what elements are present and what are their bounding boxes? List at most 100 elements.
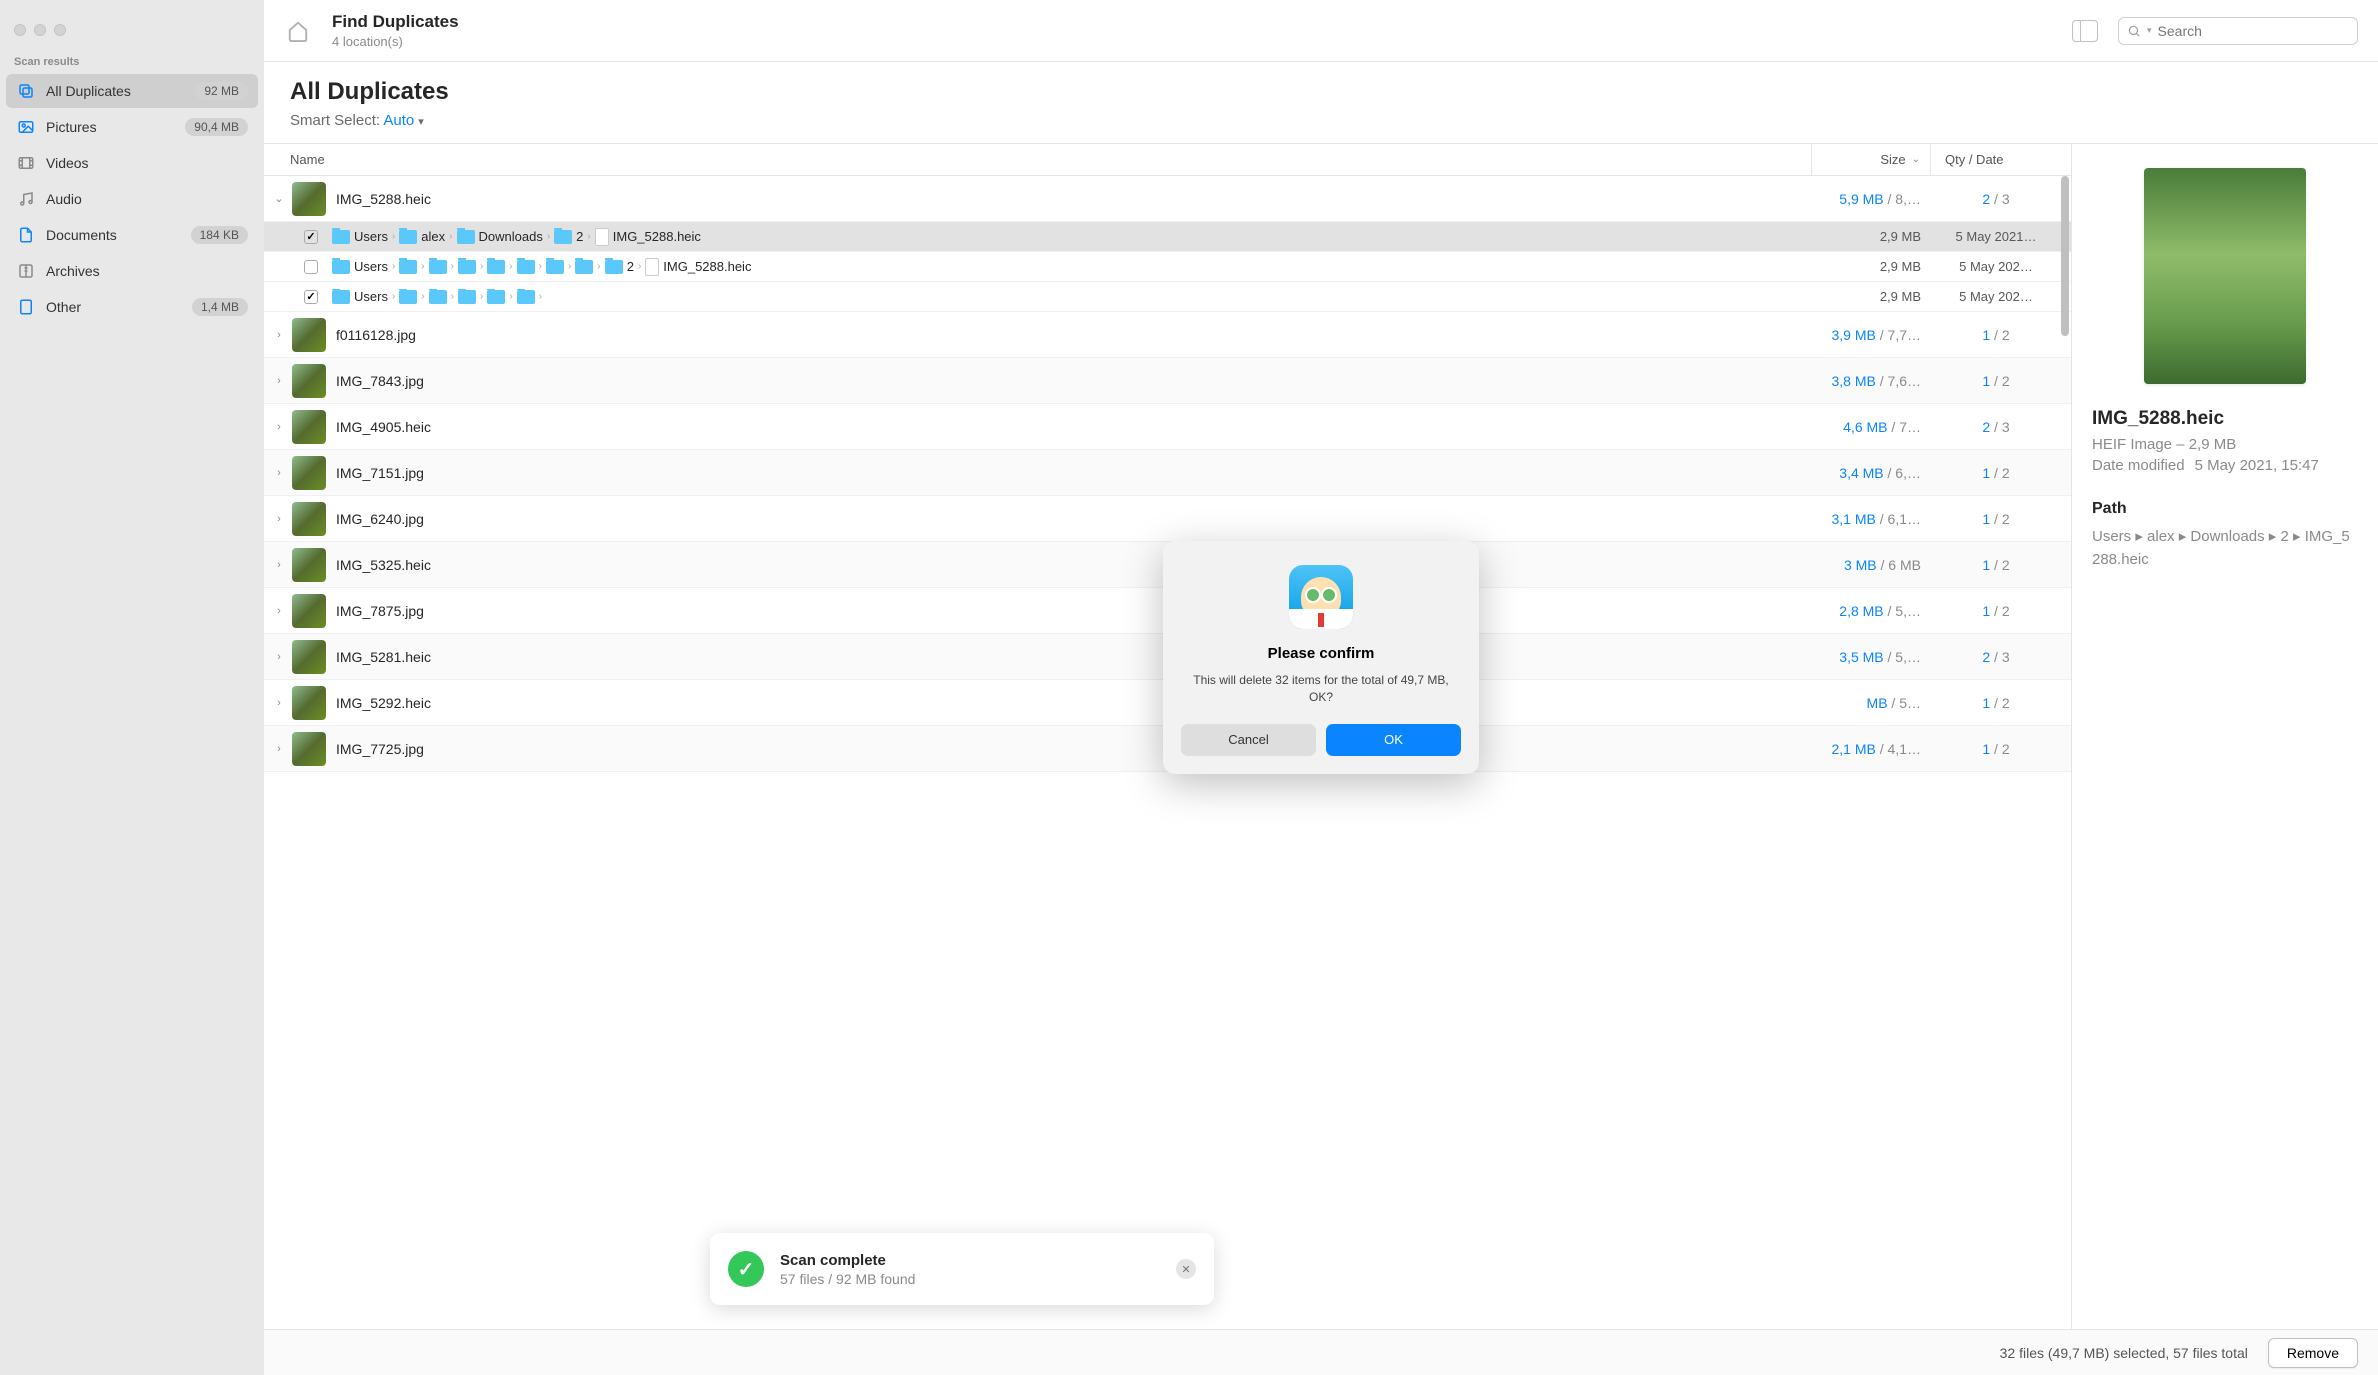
thumbnail — [292, 410, 326, 444]
group-name: IMG_7875.jpg — [336, 603, 1801, 619]
disclosure-icon[interactable]: › — [270, 651, 288, 663]
toast-body: Scan complete 57 files / 92 MB found — [780, 1252, 1160, 1287]
smart-select[interactable]: Smart Select: Auto▾ — [290, 112, 2352, 129]
group-row[interactable]: › f0116128.jpg 3,9 MB / 7,7… 1 / 2 — [264, 312, 2071, 358]
toggle-inspector-button[interactable] — [2072, 20, 2098, 42]
close-window-button[interactable] — [14, 24, 26, 36]
group-name: IMG_4905.heic — [336, 419, 1801, 435]
disclosure-icon[interactable]: › — [270, 743, 288, 755]
dialog-buttons: Cancel OK — [1181, 724, 1461, 756]
sidebar-item-label: Archives — [46, 263, 248, 279]
sidebar-badge: 1,4 MB — [192, 298, 248, 316]
dialog-title: Please confirm — [1181, 645, 1461, 662]
window-title: Find Duplicates — [332, 12, 2052, 32]
app-window: Scan results All Duplicates 92 MB Pictur… — [0, 0, 2378, 1375]
remove-button[interactable]: Remove — [2268, 1338, 2358, 1368]
child-row[interactable]: Users›››››› 2,9 MB 5 May 202… — [264, 282, 2071, 312]
group-size: 3 MB / 6 MB — [1801, 557, 1931, 573]
crumb-sep: › — [421, 261, 424, 272]
thumbnail — [292, 548, 326, 582]
audio-icon — [16, 189, 36, 209]
disclosure-icon[interactable]: › — [270, 467, 288, 479]
inspector-modified: Date modified 5 May 2021, 15:47 — [2092, 457, 2358, 474]
scrollbar-thumb[interactable] — [2061, 176, 2069, 336]
group-row[interactable]: › IMG_6240.jpg 3,1 MB / 6,1… 1 / 2 — [264, 496, 2071, 542]
child-row[interactable]: Users››››››››2›IMG_5288.heic 2,9 MB 5 Ma… — [264, 252, 2071, 282]
folder-icon — [399, 290, 417, 304]
sidebar-item-duplicates[interactable]: All Duplicates 92 MB — [6, 74, 258, 108]
disclosure-icon[interactable]: › — [270, 375, 288, 387]
folder-icon — [605, 260, 623, 274]
group-name: IMG_7843.jpg — [336, 373, 1801, 389]
crumb-sep: › — [449, 231, 452, 242]
column-qty[interactable]: Qty / Date — [1931, 152, 2061, 167]
crumb-text: Users — [354, 259, 388, 274]
folder-icon — [457, 230, 475, 244]
toast-close-button[interactable]: ✕ — [1176, 1259, 1196, 1279]
child-row[interactable]: Users›alex›Downloads›2›IMG_5288.heic 2,9… — [264, 222, 2071, 252]
sidebar-item-videos[interactable]: Videos — [6, 146, 258, 180]
group-row[interactable]: › IMG_7151.jpg 3,4 MB / 6,… 1 / 2 — [264, 450, 2071, 496]
disclosure-icon[interactable]: › — [270, 421, 288, 433]
folder-icon — [332, 260, 350, 274]
zoom-window-button[interactable] — [54, 24, 66, 36]
sidebar-item-pictures[interactable]: Pictures 90,4 MB — [6, 110, 258, 144]
group-name: f0116128.jpg — [336, 327, 1801, 343]
page-title: All Duplicates — [290, 78, 2352, 106]
disclosure-icon[interactable]: › — [270, 697, 288, 709]
toast-subtitle: 57 files / 92 MB found — [780, 1271, 1160, 1287]
column-name[interactable]: Name — [290, 152, 1811, 167]
sidebar-section-label: Scan results — [0, 56, 264, 74]
folder-icon — [332, 290, 350, 304]
sidebar-item-archives[interactable]: Archives — [6, 254, 258, 288]
footer-status: 32 files (49,7 MB) selected, 57 files to… — [2000, 1345, 2248, 1361]
crumb-sep: › — [587, 231, 590, 242]
group-row[interactable]: ⌄ IMG_5288.heic 5,9 MB / 8,… 2 / 3 — [264, 176, 2071, 222]
thumbnail — [292, 364, 326, 398]
ok-button[interactable]: OK — [1326, 724, 1461, 756]
group-size: 3,4 MB / 6,… — [1801, 465, 1931, 481]
search-field[interactable]: ▾ — [2118, 17, 2358, 45]
sidebar-item-documents[interactable]: Documents 184 KB — [6, 218, 258, 252]
row-checkbox[interactable] — [304, 260, 318, 274]
sidebar-item-audio[interactable]: Audio — [6, 182, 258, 216]
sidebar-item-label: Pictures — [46, 119, 185, 135]
cancel-button[interactable]: Cancel — [1181, 724, 1316, 756]
disclosure-icon[interactable]: › — [270, 513, 288, 525]
group-name: IMG_6240.jpg — [336, 511, 1801, 527]
title-block: Find Duplicates 4 location(s) — [332, 12, 2052, 49]
minimize-window-button[interactable] — [34, 24, 46, 36]
disclosure-icon[interactable]: › — [270, 559, 288, 571]
sidebar: Scan results All Duplicates 92 MB Pictur… — [0, 0, 264, 1375]
disclosure-icon[interactable]: › — [270, 329, 288, 341]
group-qty: 2 / 3 — [1931, 419, 2061, 435]
disclosure-icon[interactable]: › — [270, 605, 288, 617]
child-date: 5 May 202… — [1931, 259, 2061, 274]
column-size[interactable]: Size ⌄ — [1811, 144, 1931, 175]
row-checkbox[interactable] — [304, 230, 318, 244]
group-qty: 2 / 3 — [1931, 649, 2061, 665]
sidebar-badge: 92 MB — [195, 82, 248, 100]
sidebar-badge: 184 KB — [191, 226, 248, 244]
smart-select-label: Smart Select: — [290, 112, 383, 129]
folder-icon — [458, 290, 476, 304]
crumb-sep: › — [547, 231, 550, 242]
search-input[interactable] — [2158, 23, 2349, 39]
group-row[interactable]: › IMG_7843.jpg 3,8 MB / 7,6… 1 / 2 — [264, 358, 2071, 404]
crumb-sep: › — [392, 291, 395, 302]
crumb-sep: › — [480, 291, 483, 302]
sidebar-item-label: Documents — [46, 227, 191, 243]
crumb-sep: › — [451, 291, 454, 302]
crumb-sep: › — [597, 261, 600, 272]
group-qty: 1 / 2 — [1931, 465, 2061, 481]
child-date: 5 May 2021… — [1931, 229, 2061, 244]
inspector-modified-label: Date modified — [2092, 457, 2185, 474]
crumb-text: 2 — [627, 259, 634, 274]
app-icon — [1289, 565, 1353, 629]
group-row[interactable]: › IMG_4905.heic 4,6 MB / 7… 2 / 3 — [264, 404, 2071, 450]
sidebar-item-other[interactable]: Other 1,4 MB — [6, 290, 258, 324]
disclosure-icon[interactable]: ⌄ — [270, 192, 288, 205]
home-button[interactable] — [284, 17, 312, 45]
group-size: 3,1 MB / 6,1… — [1801, 511, 1931, 527]
row-checkbox[interactable] — [304, 290, 318, 304]
